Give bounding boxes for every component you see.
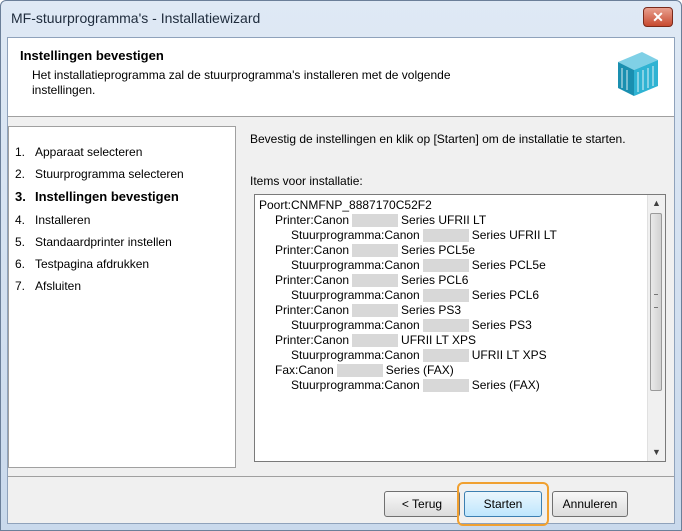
list-item: Stuurprogramma:Canon Series UFRII LT: [291, 228, 557, 243]
list-item: Fax:Canon Series (FAX): [275, 363, 454, 378]
step-item: 2. Stuurprogramma selecteren: [15, 167, 184, 181]
list-item: Stuurprogramma:Canon Series PS3: [291, 318, 532, 333]
list-scrollbar[interactable]: ▲ ▼: [647, 195, 665, 461]
list-item: Printer:Canon Series PCL6: [275, 273, 469, 288]
installer-window: MF-stuurprogramma's - Installatiewizard …: [0, 0, 682, 531]
scroll-down-icon[interactable]: ▼: [648, 444, 665, 461]
page-description: Het installatieprogramma zal de stuurpro…: [32, 68, 451, 97]
steps-panel: 1. Apparaat selecteren 2. Stuurprogramma s…: [8, 126, 236, 468]
wizard-header: Instellingen bevestigen Het installatiep…: [8, 38, 674, 117]
step-item: 1. Apparaat selecteren: [15, 145, 143, 159]
footer-divider: [8, 476, 674, 477]
step-item: 5. Standaardprinter instellen: [15, 235, 172, 249]
content-panel: Bevestig de instellingen en klik op [Sta…: [242, 126, 674, 468]
instruction-text: Bevestig de instellingen en klik op [Sta…: [250, 132, 626, 146]
scroll-thumb[interactable]: [650, 213, 662, 391]
installer-icon: [618, 52, 658, 96]
list-item: Stuurprogramma:Canon Series (FAX): [291, 378, 540, 393]
install-items-list[interactable]: Poort:CNMFNP_8887170C52F2 Printer:Canon S…: [254, 194, 666, 462]
grip-icon: [654, 294, 658, 308]
window-title: MF-stuurprogramma's - Installatiewizard: [11, 10, 261, 26]
list-item: Stuurprogramma:Canon UFRII LT XPS: [291, 348, 547, 363]
list-item: Poort:CNMFNP_8887170C52F2: [259, 198, 432, 212]
scroll-up-icon[interactable]: ▲: [648, 195, 665, 212]
close-button[interactable]: ✕: [643, 7, 673, 27]
step-item: 6. Testpagina afdrukken: [15, 257, 150, 271]
start-button-highlight: [457, 482, 549, 526]
list-item: Stuurprogramma:Canon Series PCL6: [291, 288, 540, 303]
items-label: Items voor installatie:: [250, 174, 363, 188]
wizard-body: Instellingen bevestigen Het installatiep…: [7, 37, 675, 526]
close-icon: ✕: [652, 9, 664, 25]
step-item: 4. Installeren: [15, 213, 91, 227]
back-button[interactable]: < Terug: [384, 491, 460, 517]
list-item: Stuurprogramma:Canon Series PCL5e: [291, 258, 546, 273]
list-item: Printer:Canon UFRII LT XPS: [275, 333, 476, 348]
list-item: Printer:Canon Series PS3: [275, 303, 462, 318]
page-title: Instellingen bevestigen: [20, 48, 164, 63]
step-item-active: 3. Instellingen bevestigen: [15, 189, 179, 204]
list-item: Printer:Canon Series PCL5e: [275, 243, 476, 258]
cancel-button[interactable]: Annuleren: [552, 491, 628, 517]
step-item: 7. Afsluiten: [15, 279, 82, 293]
list-item: Printer:Canon Series UFRII LT: [275, 213, 487, 228]
title-bar[interactable]: MF-stuurprogramma's - Installatiewizard …: [1, 1, 681, 37]
